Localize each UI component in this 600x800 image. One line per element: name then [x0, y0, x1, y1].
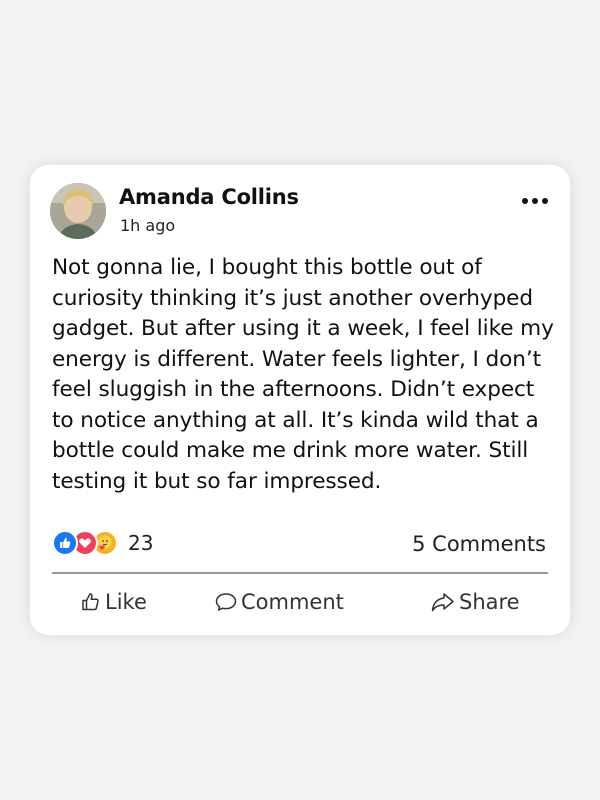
post-timestamp[interactable]: 1h ago — [120, 216, 175, 235]
author-name[interactable]: Amanda Collins — [119, 185, 299, 209]
like-label: Like — [105, 590, 147, 614]
thumbs-up-icon — [80, 591, 105, 613]
like-icon — [52, 530, 78, 556]
comment-label: Comment — [241, 590, 344, 614]
share-label: Share — [459, 590, 520, 614]
share-arrow-icon — [430, 591, 459, 613]
avatar[interactable] — [50, 183, 106, 239]
reaction-count: 23 — [128, 531, 154, 555]
post-card: Amanda Collins 1h ago Not gonna lie, I b… — [30, 165, 570, 635]
comment-button[interactable]: Comment — [214, 587, 344, 617]
comments-count-link[interactable]: 5 Comments — [412, 532, 546, 556]
divider — [52, 572, 548, 574]
post-text: Not gonna lie, I bought this bottle out … — [52, 255, 554, 494]
reactions-summary[interactable]: 23 — [52, 530, 153, 556]
share-button[interactable]: Share — [430, 587, 520, 617]
speech-bubble-icon — [214, 591, 241, 613]
more-options-icon[interactable] — [522, 197, 548, 205]
like-button[interactable]: Like — [80, 587, 147, 617]
